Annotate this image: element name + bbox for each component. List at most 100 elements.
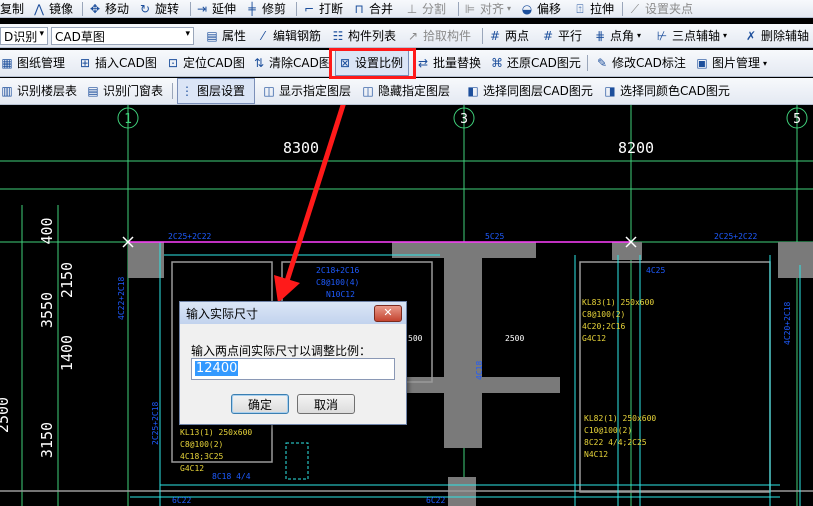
- annot-500: 500: [408, 334, 423, 343]
- draw-select[interactable]: CAD草图 ▾: [51, 27, 194, 45]
- svg-text:3: 3: [460, 112, 468, 127]
- svg-text:1: 1: [124, 112, 132, 127]
- clear-cad-button[interactable]: ⇅ 清除CAD图: [252, 50, 331, 76]
- annot-col-right: 4C20+2C18: [783, 301, 792, 345]
- beam1-l3: N10C12: [326, 290, 355, 299]
- locate-icon: ⊡: [167, 56, 179, 70]
- align-icon: ⊫: [464, 1, 476, 16]
- hide-layer-icon: ◫: [362, 84, 374, 98]
- pick-icon: ↗: [407, 28, 419, 43]
- size-input[interactable]: 12400: [191, 358, 395, 380]
- annot-col-left: 4C22+2C18: [117, 276, 126, 320]
- annot-4c25: 4C25: [646, 266, 665, 275]
- delete-axis-button[interactable]: ✗ 删除辅轴: [744, 24, 809, 47]
- edit-rebar-button[interactable]: ⁄ 编辑钢筋: [256, 24, 321, 47]
- align-dropdown[interactable]: ⊫ 对齐 ▾: [463, 0, 511, 17]
- extend-button[interactable]: ⇥ 延伸: [195, 0, 236, 17]
- break-button[interactable]: ⌐ 打断: [302, 0, 343, 17]
- show-layer-icon: ◫: [263, 84, 275, 98]
- annot-top-mid: 5C25: [485, 232, 504, 241]
- hide-layer-button[interactable]: ◫ 隐藏指定图层: [361, 78, 450, 104]
- rebar-icon: ⁄: [261, 28, 264, 43]
- toolbar-component: D识别 ▾ CAD草图 ▾ ▤ 属性 ⁄ 编辑钢筋 ☷ 构件列表 ↗ 拾取构件 # 两点 # 平…: [0, 24, 813, 48]
- properties-button[interactable]: ▤ 属性: [205, 24, 246, 47]
- toolbar-identify: ▥ 识别楼层表 ▤ 识别门窗表 ⋮ 图层设置 ◫ 显示指定图层 ◫ 隐藏指定图层 ◧ 选择同…: [0, 78, 813, 105]
- restore-cad-button[interactable]: ⌘ 还原CAD图元: [490, 50, 581, 76]
- kl82-l1: KL82(1) 250x600: [584, 414, 656, 423]
- label-icon: ✎: [596, 56, 608, 70]
- insert-cad-button[interactable]: ⊞ 插入CAD图: [78, 50, 157, 76]
- beam1-l1: 2C18+2C16: [316, 266, 360, 275]
- trim-button[interactable]: ╪ 修剪: [245, 0, 286, 17]
- offset-icon: ◒: [521, 1, 533, 16]
- split-icon: ⊥: [406, 1, 418, 16]
- batch-replace-button[interactable]: ⇄ 批量替换: [416, 50, 481, 76]
- select-same-layer-button[interactable]: ◧ 选择同图层CAD图元: [466, 78, 593, 104]
- rotate-button[interactable]: ↻ 旋转: [138, 0, 179, 17]
- dim-400: 400: [38, 217, 56, 244]
- pick-component-button[interactable]: ↗ 拾取构件: [406, 24, 471, 47]
- identify-door-window-button[interactable]: ▤ 识别门窗表: [86, 78, 163, 104]
- ok-button[interactable]: 确定: [231, 394, 289, 414]
- batch-icon: ⇄: [417, 56, 429, 70]
- mirror-button[interactable]: ⋀ 镜像: [32, 0, 73, 17]
- drawing-icon: ▦: [1, 56, 13, 70]
- select-same-color-button[interactable]: ◨ 选择同颜色CAD图元: [603, 78, 730, 104]
- image-icon: ▣: [696, 56, 708, 70]
- extend-icon: ⇥: [196, 1, 208, 16]
- set-pin-button[interactable]: ⟋ 设置夹点: [628, 0, 693, 17]
- svg-text:5: 5: [793, 112, 801, 127]
- layer-settings-button[interactable]: ⋮ 图层设置: [177, 78, 255, 104]
- trim-icon: ╪: [248, 1, 256, 16]
- point-angle-icon: ⋕: [594, 28, 606, 43]
- stretch-icon: ⍐: [576, 1, 584, 16]
- merge-button[interactable]: ⊓ 合并: [352, 0, 393, 17]
- point-angle-dropdown[interactable]: ⋕ 点角 ▾: [593, 24, 641, 47]
- close-button[interactable]: ✕: [374, 305, 402, 322]
- dialog-prompt: 输入两点间实际尺寸以调整比例：: [191, 344, 372, 358]
- dim-3150: 3150: [38, 422, 56, 458]
- copy-button[interactable]: 复制: [0, 0, 24, 17]
- dim-2500-left: 2500: [0, 397, 12, 433]
- split-button[interactable]: ⊥ 分割: [405, 0, 446, 17]
- identify-floor-table-button[interactable]: ▥ 识别楼层表: [0, 78, 77, 104]
- annot-col-low: 2C25+2C18: [151, 401, 160, 445]
- input-size-dialog: 输入实际尺寸 ✕ 输入两点间实际尺寸以调整比例： 12400 确定 取消: [179, 301, 407, 425]
- two-point-button[interactable]: # 两点: [488, 24, 529, 47]
- move-button[interactable]: ✥ 移动: [88, 0, 129, 17]
- kl83-l2: C8@100(2): [582, 310, 625, 319]
- modify-cad-label-button[interactable]: ✎ 修改CAD标注: [595, 50, 686, 76]
- move-icon: ✥: [89, 1, 101, 16]
- image-mgmt-dropdown[interactable]: ▣ 图片管理 ▾: [695, 50, 767, 76]
- drawing-mgmt-button[interactable]: ▦ 图纸管理: [0, 50, 65, 76]
- size-input-value: 12400: [195, 361, 239, 376]
- stretch-button[interactable]: ⍐ 拉伸: [573, 0, 614, 17]
- cancel-button[interactable]: 取消: [297, 394, 355, 414]
- kl13-l4: G4C12: [180, 464, 204, 473]
- offset-button[interactable]: ◒ 偏移: [520, 0, 561, 17]
- kl82-l4: N4C12: [584, 450, 608, 459]
- kl82-l3: 8C22 4/4;2C25: [584, 438, 647, 447]
- locate-cad-button[interactable]: ⊡ 定位CAD图: [166, 50, 245, 76]
- annot-top-right: 2C25+2C22: [714, 232, 758, 241]
- show-layer-button[interactable]: ◫ 显示指定图层: [262, 78, 351, 104]
- kl82-l2: C10@100(2): [584, 426, 632, 435]
- floor-table-icon: ▥: [1, 84, 13, 98]
- component-list-button[interactable]: ☷ 构件列表: [331, 24, 396, 47]
- beam1-l2: C8@100(4): [316, 278, 359, 287]
- rotate-icon: ↻: [139, 1, 151, 16]
- dialog-title: 输入实际尺寸: [180, 302, 406, 324]
- same-layer-icon: ◧: [467, 84, 479, 98]
- close-icon: ✕: [383, 306, 393, 319]
- kl83-l4: G4C12: [582, 334, 606, 343]
- annot-2500: 2500: [505, 334, 524, 343]
- highlight-box: [329, 48, 416, 79]
- dim-8200: 8200: [618, 139, 654, 157]
- parallel-button[interactable]: # 平行: [541, 24, 582, 47]
- annot-6c22-b: 6C22: [426, 496, 445, 505]
- kl83-l1: KL83(1) 250x600: [582, 298, 654, 307]
- three-point-axis-dropdown[interactable]: ⊬ 三点辅轴 ▾: [655, 24, 727, 47]
- door-window-icon: ▤: [87, 84, 99, 98]
- kl13-l2: C8@100(2): [180, 440, 223, 449]
- mode-select[interactable]: D识别 ▾: [0, 27, 48, 45]
